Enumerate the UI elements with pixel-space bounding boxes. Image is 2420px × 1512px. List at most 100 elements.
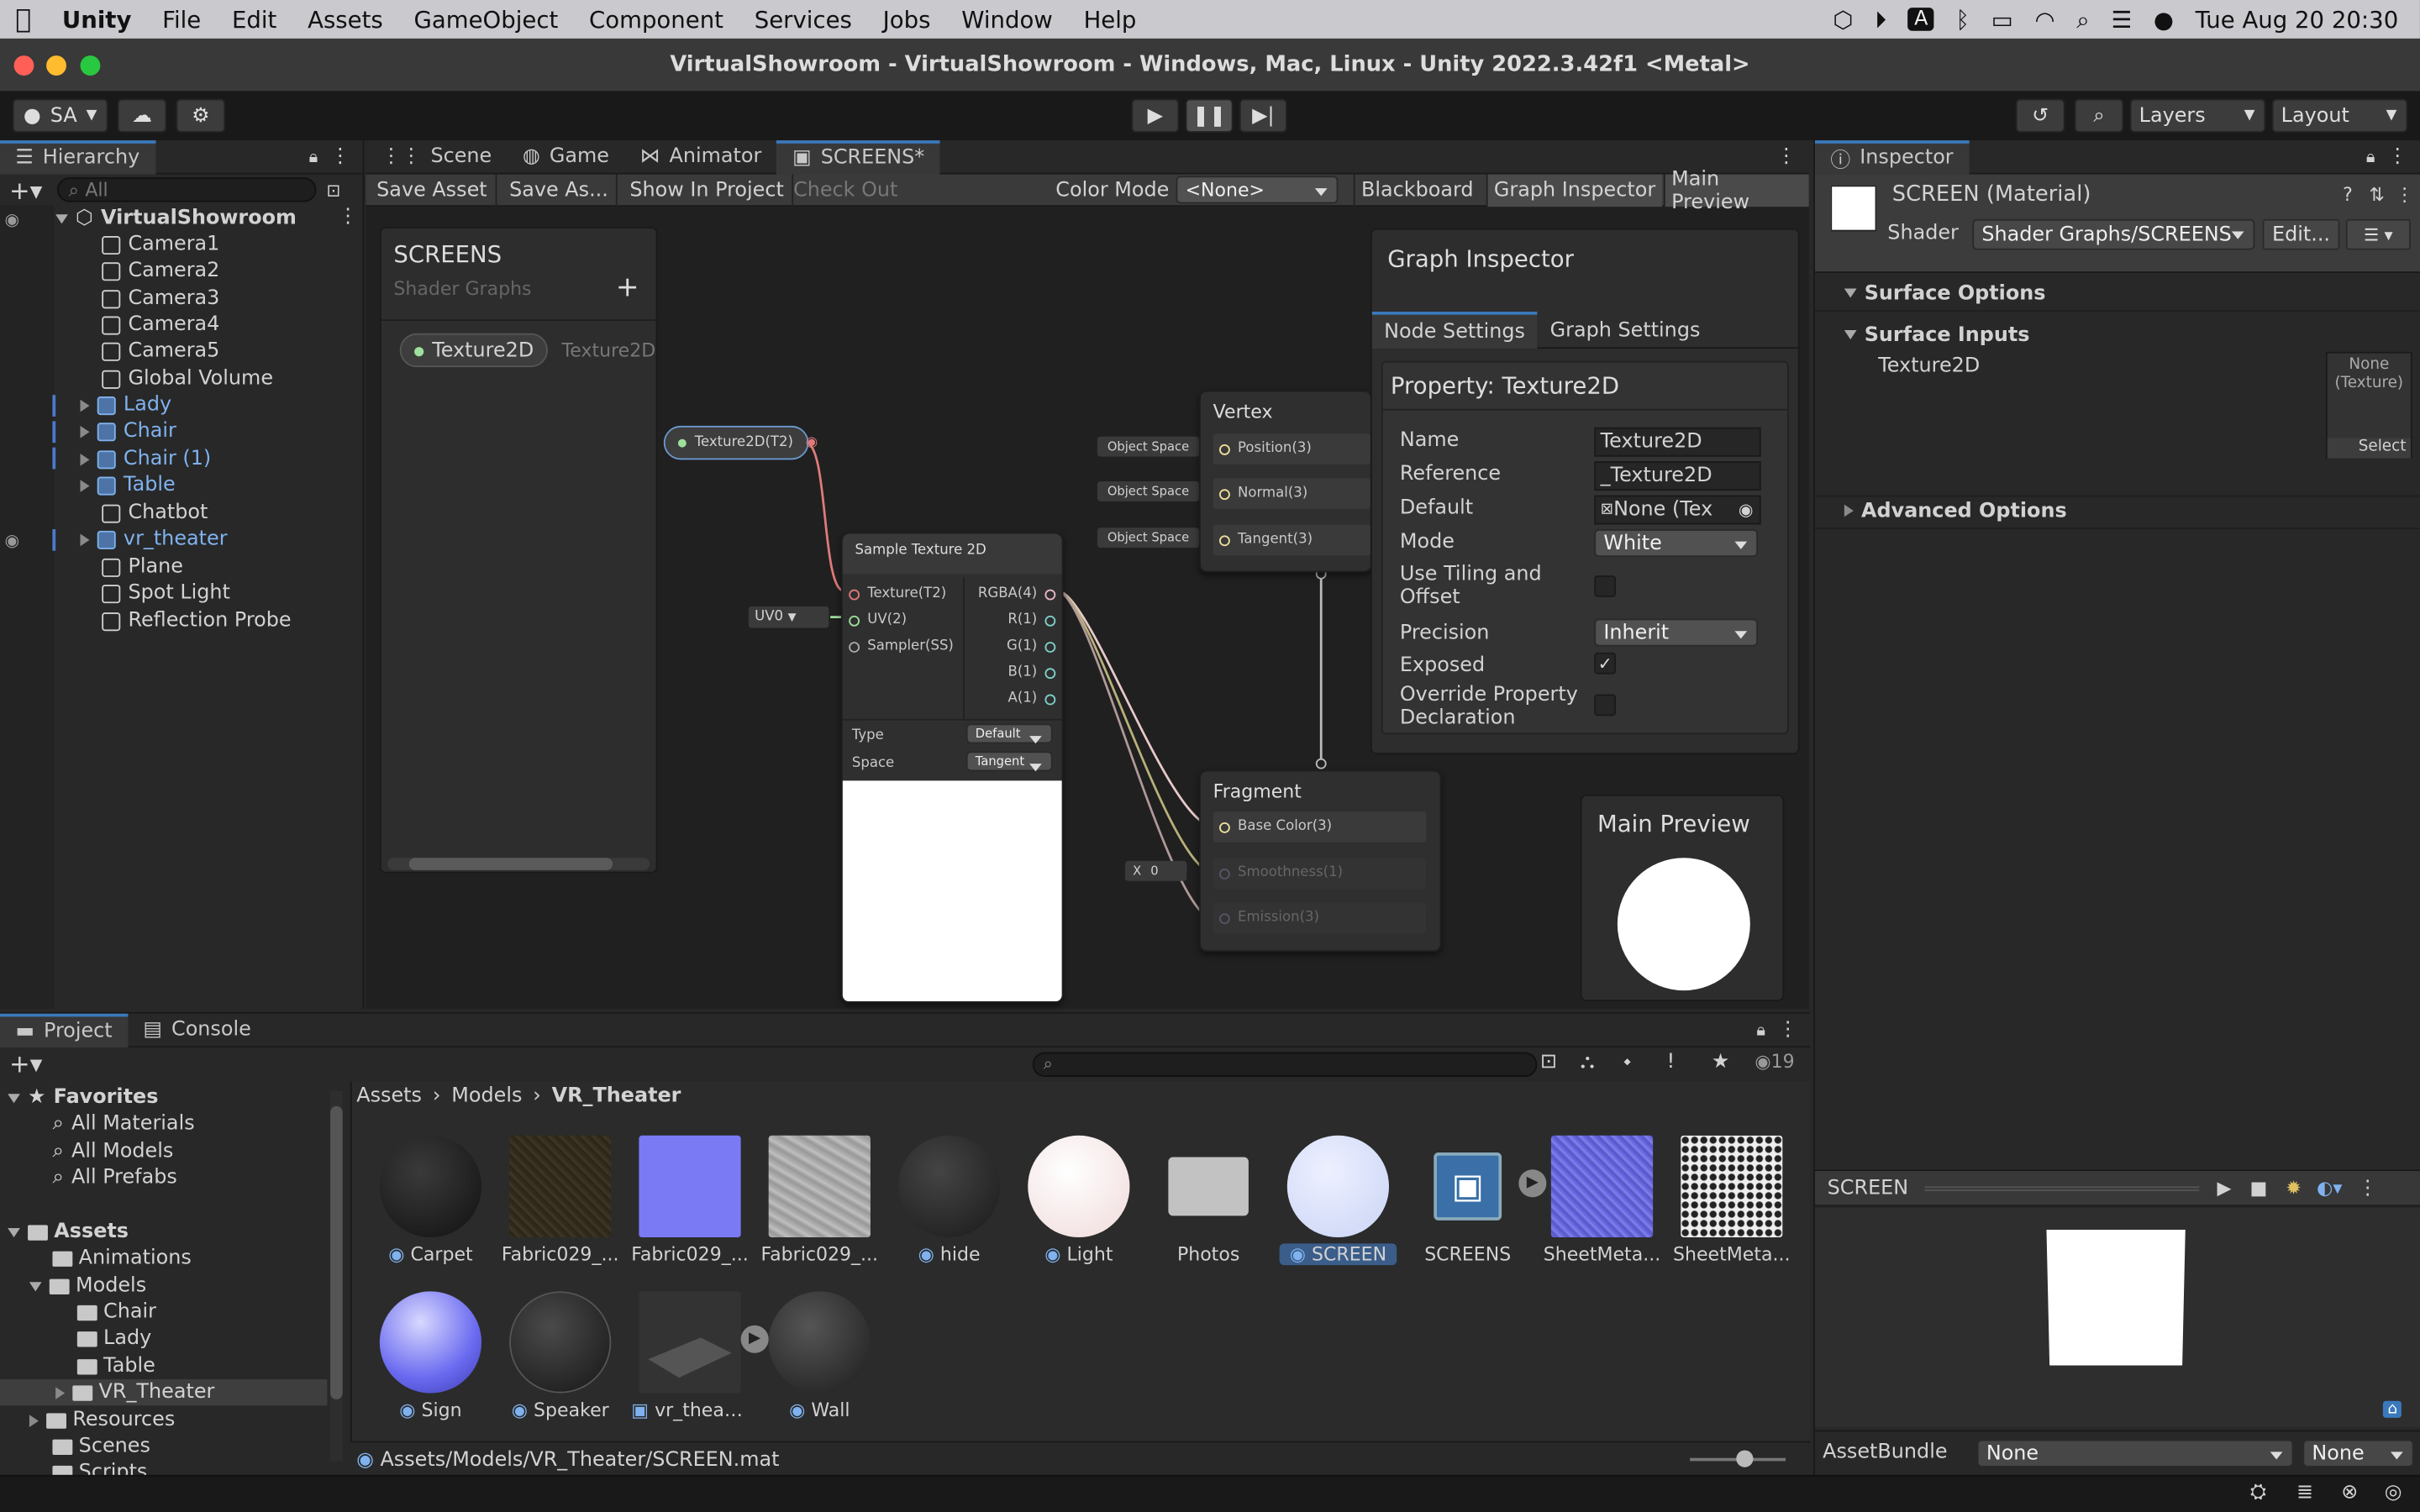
menu-assets[interactable]: Assets [292, 5, 398, 33]
tab-inspector[interactable]: ⓘ Inspector [1814, 139, 1969, 174]
siri-icon[interactable]: ● [2154, 5, 2174, 33]
tree-scrollbar[interactable] [330, 1090, 343, 1462]
tree-item[interactable]: Scenes [52, 1433, 150, 1459]
input-slot-uv[interactable]: UV(2) [849, 612, 907, 628]
uv-input-dropdown[interactable]: UV0 ▼ [748, 606, 829, 628]
tab-node-settings[interactable]: Node Settings [1371, 312, 1538, 349]
tree-item[interactable]: ⌕ All Models [52, 1138, 173, 1164]
play-status-icon[interactable]: ⏵ [1875, 5, 1886, 33]
eye-icon[interactable]: ◉ [5, 210, 20, 230]
pause-button[interactable]: ❚❚ [1185, 98, 1234, 133]
asset-item[interactable]: Fabric029_... [502, 1135, 619, 1265]
bluetooth-icon[interactable]: ᛒ [1956, 5, 1970, 33]
advanced-options-foldout[interactable]: Advanced Options [1815, 494, 2420, 528]
asset-item[interactable]: ◉ Speaker [502, 1291, 619, 1421]
tree-item[interactable]: Chair [76, 1299, 156, 1326]
add-icon[interactable]: +▾ [9, 175, 42, 204]
account-dropdown[interactable]: ● SA ▼ [12, 98, 108, 133]
hierarchy-item[interactable]: Chair [80, 418, 176, 444]
lock-icon[interactable]: 🔒︎ [1756, 1019, 1765, 1041]
vertex-slot-normal[interactable]: Normal(3) [1213, 478, 1370, 510]
tree-item[interactable]: Lady [76, 1326, 151, 1352]
fragment-slot-emission[interactable]: Emission(3) [1213, 902, 1427, 934]
tree-item[interactable]: Table [76, 1353, 155, 1379]
kebab-menu-icon[interactable]: ⋮ [1778, 1018, 1798, 1042]
eye-icon[interactable]: ◉ [5, 531, 20, 551]
filter-by-label-icon[interactable]: ⬩ [1623, 1051, 1631, 1074]
output-slot-r[interactable]: R(1) [1007, 612, 1056, 628]
breadcrumb-item[interactable]: Models [451, 1084, 522, 1108]
tiling-checkbox[interactable] [1594, 575, 1617, 597]
output-slot-a[interactable]: A(1) [1008, 691, 1056, 706]
tab-hierarchy[interactable]: ☰ Hierarchy [0, 139, 155, 174]
fragment-slot-smoothness[interactable]: Smoothness(1) [1213, 858, 1427, 889]
asset-item[interactable]: Photos [1150, 1136, 1267, 1265]
asset-item[interactable]: ◉ Sign [372, 1291, 490, 1421]
hierarchy-item[interactable]: Lady [80, 392, 171, 418]
expand-arrow-icon[interactable] [80, 425, 90, 438]
cloud-button[interactable]: ☁ [117, 98, 167, 133]
hierarchy-item[interactable]: Camera1 [102, 232, 219, 258]
preview-sphere[interactable] [1617, 858, 1750, 991]
layers-dropdown[interactable]: Layers ▼ [2129, 98, 2266, 133]
menu-jobs[interactable]: Jobs [867, 5, 946, 33]
reference-field[interactable]: _Texture2D [1594, 461, 1761, 491]
kebab-menu-icon[interactable]: ⋮ [2358, 1176, 2378, 1200]
type-dropdown[interactable]: Default [965, 723, 1053, 744]
hierarchy-item[interactable]: Table [80, 472, 176, 498]
cache-server-icon[interactable]: ≣ [2296, 1481, 2313, 1504]
menu-file[interactable]: File [147, 5, 217, 33]
texture-select-button[interactable]: Select [2327, 438, 2411, 459]
add-icon[interactable]: +▾ [9, 1049, 42, 1079]
hierarchy-item[interactable]: Global Volume [102, 365, 273, 391]
tag-icon[interactable]: ⌂ [2382, 1400, 2402, 1418]
material-preview[interactable]: ⌂ [1814, 1208, 2420, 1427]
asset-item[interactable]: ◉ Wall [760, 1291, 878, 1421]
progress-icon[interactable]: ◎ [2385, 1481, 2402, 1504]
zoom-window-button[interactable] [80, 55, 101, 76]
debug-icon[interactable]: ⛭ [2250, 1481, 2266, 1504]
apple-icon[interactable]:  [0, 4, 46, 35]
light-icon[interactable]: ✹ [2286, 1177, 2301, 1199]
play-button[interactable]: ▶ [1131, 98, 1180, 133]
collab-button[interactable]: ⚙ [176, 98, 226, 133]
texture-slot[interactable]: None (Texture) Select [2325, 351, 2412, 459]
hierarchy-item[interactable]: Chair (1) [80, 446, 212, 472]
output-slot-g[interactable]: G(1) [1007, 638, 1056, 654]
menu-help[interactable]: Help [1068, 5, 1152, 33]
output-port-icon[interactable]: ◉ [806, 435, 818, 450]
wifi-icon[interactable]: ◠ [2035, 5, 2055, 33]
sample-texture-2d-node[interactable]: Sample Texture 2D Texture(T2) UV(2) Samp… [841, 532, 1064, 1003]
hierarchy-item[interactable]: Plane [102, 554, 183, 580]
surface-options-foldout[interactable]: Surface Options [1815, 276, 2420, 310]
tree-item[interactable]: Animations [52, 1245, 192, 1271]
assets-foldout[interactable]: Assets [8, 1219, 129, 1245]
shader-options-button[interactable]: ☰ ▾ [2345, 218, 2411, 250]
hierarchy-item[interactable]: Camera4 [102, 312, 219, 338]
stop-icon[interactable]: ■ [2249, 1177, 2267, 1199]
menu-services[interactable]: Services [739, 5, 867, 33]
expand-arrow-icon[interactable] [80, 533, 90, 546]
input-slot-sampler[interactable]: Sampler(SS) [849, 638, 954, 654]
menu-window[interactable]: Window [946, 5, 1068, 33]
battery-icon[interactable]: ▭ [1991, 5, 2013, 33]
hierarchy-item[interactable]: Camera2 [102, 258, 219, 284]
output-slot-b[interactable]: B(1) [1007, 665, 1056, 680]
expand-arrow-icon[interactable] [80, 453, 90, 465]
expand-arrow-icon[interactable] [80, 398, 90, 412]
minimize-window-button[interactable] [46, 55, 66, 76]
search-by-type-icon[interactable]: ⊡ [1540, 1051, 1557, 1074]
lock-icon[interactable]: 🔒︎ [309, 146, 318, 168]
visibility-gutter[interactable] [0, 205, 55, 1010]
layout-dropdown[interactable]: Layout ▼ [2271, 98, 2408, 133]
unity-status-icon[interactable]: ⬡ [1833, 5, 1853, 33]
vertex-slot-tangent[interactable]: Tangent(3) [1213, 524, 1370, 556]
lock-icon[interactable]: 🔒︎ [2366, 146, 2375, 168]
input-source-icon[interactable]: A [1907, 8, 1934, 31]
name-field[interactable]: Texture2D [1594, 427, 1761, 457]
kebab-menu-icon[interactable]: ⋮ [330, 145, 350, 169]
control-center-icon[interactable]: ☰ [2111, 5, 2132, 33]
kebab-menu-icon[interactable]: ⋮ [338, 205, 358, 228]
asset-item[interactable]: Fabric029_... [631, 1135, 749, 1265]
menu-component[interactable]: Component [574, 5, 739, 33]
